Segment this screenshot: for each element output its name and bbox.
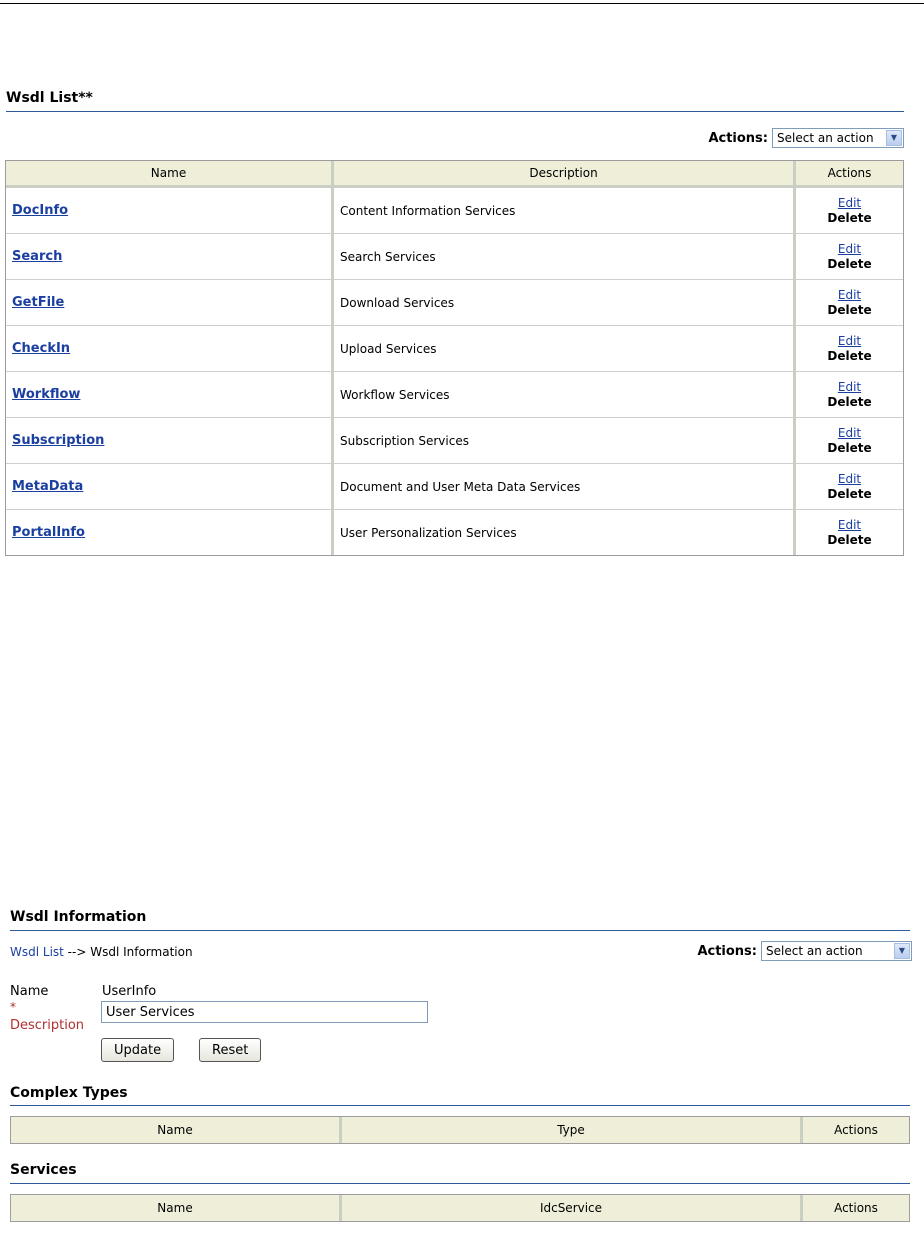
row-actions: Edit Delete	[796, 418, 903, 464]
row-actions: Edit Delete	[796, 464, 903, 510]
breadcrumb-current: --> Wsdl Information	[63, 945, 193, 959]
reset-button[interactable]: Reset	[199, 1038, 262, 1062]
table-row: DocInfo Content Information Services Edi…	[6, 188, 903, 234]
description-label: Description	[10, 1018, 85, 1033]
edit-link[interactable]: Edit	[796, 242, 903, 257]
actions-label: Actions:	[697, 943, 757, 959]
delete-action[interactable]: Delete	[796, 303, 903, 318]
table-header-row: Name IdcService Actions	[11, 1195, 909, 1221]
actions-select-value: Select an action	[777, 131, 874, 145]
column-header-idcservice: IdcService	[342, 1195, 803, 1221]
wsdl-name-link[interactable]: Workflow	[6, 387, 80, 402]
table-row: Subscription Subscription Services Edit D…	[6, 418, 903, 464]
delete-action[interactable]: Delete	[796, 487, 903, 502]
delete-action[interactable]: Delete	[796, 395, 903, 410]
wsdl-info-title: Wsdl Information	[10, 909, 147, 925]
actions-select[interactable]: Select an action ▼	[772, 128, 904, 148]
breadcrumb-link-wsdl-list[interactable]: Wsdl List	[10, 945, 64, 959]
column-header-actions: Actions	[803, 1195, 909, 1221]
complex-types-table: Name Type Actions	[10, 1116, 910, 1144]
delete-action[interactable]: Delete	[796, 257, 903, 272]
column-header-actions: Actions	[803, 1117, 909, 1143]
table-row: PortalInfo User Personalization Services…	[6, 510, 903, 555]
update-button[interactable]: Update	[101, 1038, 175, 1062]
name-value: UserInfo	[102, 984, 157, 999]
wsdl-name-link[interactable]: DocInfo	[6, 203, 68, 218]
wsdl-description: Upload Services	[334, 326, 796, 372]
column-header-name: Name	[11, 1117, 342, 1143]
wsdl-list-title-rule	[6, 111, 904, 112]
delete-action[interactable]: Delete	[796, 211, 903, 226]
actions-select-value: Select an action	[766, 944, 863, 958]
description-field[interactable]	[101, 1001, 428, 1023]
services-title: Services	[10, 1162, 77, 1178]
complex-types-title-rule	[10, 1105, 910, 1106]
table-row: GetFile Download Services Edit Delete	[6, 280, 903, 326]
delete-action[interactable]: Delete	[796, 441, 903, 456]
row-actions: Edit Delete	[796, 280, 903, 326]
wsdl-name-link[interactable]: Subscription	[6, 433, 104, 448]
wsdl-description: User Personalization Services	[334, 510, 796, 555]
table-row: Search Search Services Edit Delete	[6, 234, 903, 280]
wsdl-list-title: Wsdl List**	[6, 90, 93, 106]
row-actions: Edit Delete	[796, 510, 903, 555]
complex-types-title: Complex Types	[10, 1085, 128, 1101]
column-header-name: Name	[6, 161, 334, 188]
table-row: Workflow Workflow Services Edit Delete	[6, 372, 903, 418]
wsdl-description: Workflow Services	[334, 372, 796, 418]
delete-action[interactable]: Delete	[796, 349, 903, 364]
wsdl-description: Subscription Services	[334, 418, 796, 464]
top-divider	[0, 3, 924, 4]
wsdl-name-link[interactable]: PortalInfo	[6, 525, 85, 540]
edit-link[interactable]: Edit	[796, 334, 903, 349]
required-marker: *	[10, 1000, 16, 1014]
row-actions: Edit Delete	[796, 188, 903, 234]
breadcrumb: Wsdl List --> Wsdl Information	[10, 945, 193, 959]
table-header-row: Name Type Actions	[11, 1117, 909, 1143]
edit-link[interactable]: Edit	[796, 518, 903, 533]
wsdl-name-link[interactable]: MetaData	[6, 479, 83, 494]
row-actions: Edit Delete	[796, 234, 903, 280]
row-actions: Edit Delete	[796, 326, 903, 372]
wsdl-description: Content Information Services	[334, 188, 796, 234]
column-header-description: Description	[334, 161, 796, 188]
wsdl-name-link[interactable]: GetFile	[6, 295, 64, 310]
services-table: Name IdcService Actions	[10, 1194, 910, 1222]
name-label: Name	[10, 984, 49, 999]
table-header-row: Name Description Actions	[6, 161, 903, 188]
edit-link[interactable]: Edit	[796, 380, 903, 395]
wsdl-description: Download Services	[334, 280, 796, 326]
edit-link[interactable]: Edit	[796, 196, 903, 211]
chevron-down-icon[interactable]: ▼	[894, 943, 910, 959]
edit-link[interactable]: Edit	[796, 288, 903, 303]
column-header-name: Name	[11, 1195, 342, 1221]
wsdl-info-actions: Actions: Select an action ▼	[697, 941, 912, 961]
wsdl-list-table: Name Description Actions DocInfo Content…	[5, 160, 904, 556]
edit-link[interactable]: Edit	[796, 472, 903, 487]
actions-label: Actions:	[708, 130, 768, 146]
table-row: CheckIn Upload Services Edit Delete	[6, 326, 903, 372]
column-header-type: Type	[342, 1117, 803, 1143]
wsdl-info-title-rule	[10, 930, 910, 931]
wsdl-name-link[interactable]: Search	[6, 249, 62, 264]
actions-select[interactable]: Select an action ▼	[761, 941, 912, 961]
chevron-down-icon[interactable]: ▼	[886, 130, 902, 146]
delete-action[interactable]: Delete	[796, 533, 903, 548]
wsdl-name-link[interactable]: CheckIn	[6, 341, 70, 356]
row-actions: Edit Delete	[796, 372, 903, 418]
wsdl-description: Document and User Meta Data Services	[334, 464, 796, 510]
wsdl-description: Search Services	[334, 234, 796, 280]
edit-link[interactable]: Edit	[796, 426, 903, 441]
wsdl-list-actions: Actions: Select an action ▼	[708, 128, 904, 148]
services-title-rule	[10, 1183, 910, 1184]
table-row: MetaData Document and User Meta Data Ser…	[6, 464, 903, 510]
column-header-actions: Actions	[796, 161, 903, 188]
